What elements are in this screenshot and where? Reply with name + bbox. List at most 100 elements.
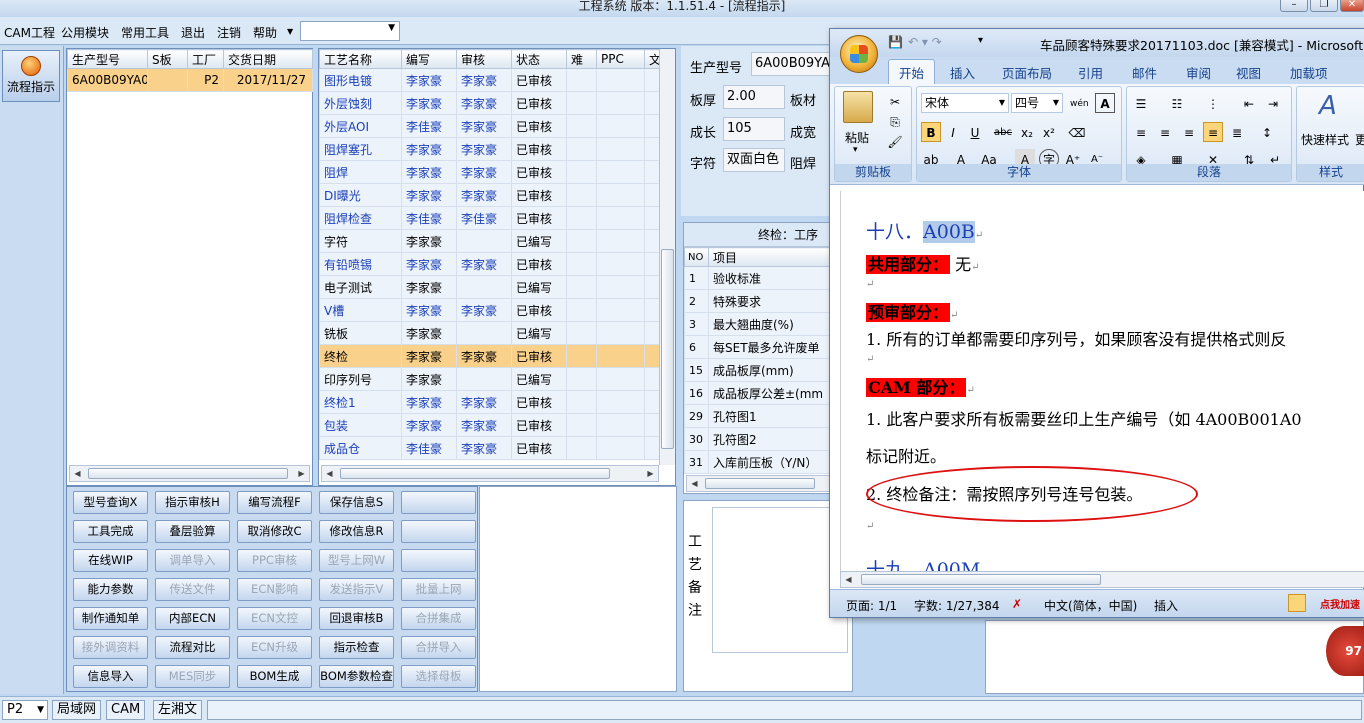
final-check-row[interactable]: 31 入库前压板（Y/N） xyxy=(684,450,833,474)
process-row[interactable]: 字符 李家豪 已编写 xyxy=(319,229,660,253)
justify-icon[interactable]: ≡ xyxy=(1203,122,1223,142)
change-styles-label[interactable]: 更 xyxy=(1355,131,1364,148)
minimize-button[interactable]: – xyxy=(1280,0,1308,12)
process-row[interactable]: 外层AOI 李佳豪 李家豪 已审核 xyxy=(319,114,660,138)
function-button[interactable]: 接外调资料 xyxy=(73,636,148,659)
function-button[interactable] xyxy=(401,520,476,543)
italic-icon[interactable]: I xyxy=(943,122,963,142)
order-row[interactable]: 6A00B09YA0 P2 2017/11/27 xyxy=(67,68,313,92)
thickness-field[interactable]: 2.00 xyxy=(723,85,785,109)
flow-indicator-button[interactable]: 流程指示 xyxy=(2,50,60,102)
quick-styles-icon[interactable]: A xyxy=(1319,91,1337,121)
final-check-row[interactable]: 6 每SET最多允许废单 xyxy=(684,335,833,359)
process-row[interactable]: 终检 李家豪 李家豪 已审核 xyxy=(319,344,660,368)
scroll-right-icon[interactable]: ▶ xyxy=(294,466,309,481)
function-button[interactable]: 选择母板 xyxy=(401,665,476,688)
quick-styles-label[interactable]: 快速样式 xyxy=(1301,131,1349,148)
process-hscroll[interactable]: ◀ ▶ xyxy=(321,465,659,482)
function-button[interactable]: 工具完成 xyxy=(73,520,148,543)
function-button[interactable]: 型号上网W xyxy=(319,549,394,572)
scroll-right-icon[interactable]: ▶ xyxy=(643,466,658,481)
process-row[interactable]: 包装 李家豪 李家豪 已审核 xyxy=(319,413,660,437)
scroll-left-icon[interactable]: ◀ xyxy=(322,466,337,481)
col-s-board[interactable]: S板 xyxy=(147,49,188,69)
quick-access-arrow-icon[interactable]: ▾ xyxy=(978,35,983,46)
phonetic-guide-icon[interactable]: wén xyxy=(1069,93,1089,113)
format-painter-icon[interactable]: 🖌 xyxy=(885,131,905,151)
col-doc[interactable]: 文 xyxy=(644,49,660,69)
char-border-icon[interactable]: A xyxy=(1095,93,1115,113)
col-difficulty[interactable]: 难 xyxy=(566,49,597,69)
col-ppc[interactable]: PPC xyxy=(596,49,645,69)
proofing-icon[interactable]: ✗ xyxy=(1012,597,1022,611)
ribbon-tab[interactable]: 审阅 xyxy=(1186,63,1211,82)
process-vscroll[interactable] xyxy=(659,49,675,465)
final-check-row[interactable]: 29 孔符图1 xyxy=(684,404,833,428)
function-button[interactable]: BOM生成 xyxy=(237,665,312,688)
cut-icon[interactable]: ✂ xyxy=(885,91,905,111)
function-button[interactable] xyxy=(401,491,476,514)
function-button[interactable] xyxy=(401,549,476,572)
function-button[interactable]: 指示检查 xyxy=(319,636,394,659)
factory-select[interactable]: P2 ▼ xyxy=(2,700,48,720)
function-button[interactable]: 型号查询X xyxy=(73,491,148,514)
menu-tools[interactable]: 常用工具 xyxy=(121,24,169,41)
col-item[interactable]: 项目 xyxy=(708,247,833,267)
numbering-icon[interactable]: ☷ xyxy=(1167,93,1187,113)
help-arrow-icon[interactable]: ▼ xyxy=(287,27,293,36)
word-count[interactable]: 字数: 1/27,384 xyxy=(914,597,1000,614)
col-status[interactable]: 状态 xyxy=(511,49,567,69)
function-button[interactable]: 合拼集成 xyxy=(401,607,476,630)
office-button[interactable] xyxy=(840,35,878,73)
paste-arrow-icon[interactable]: ▾ xyxy=(853,145,858,155)
function-button[interactable]: 能力参数 xyxy=(73,578,148,601)
final-check-row[interactable]: 3 最大翘曲度(%) xyxy=(684,312,833,336)
scroll-left-icon[interactable]: ◀ xyxy=(687,476,702,491)
scroll-left-icon[interactable]: ◀ xyxy=(841,572,856,587)
ribbon-tab[interactable]: 开始 xyxy=(888,59,936,84)
process-row[interactable]: 终检1 李家豪 李家豪 已审核 xyxy=(319,390,660,414)
process-row[interactable]: 阻焊 李家豪 李家豪 已审核 xyxy=(319,160,660,184)
insert-mode[interactable]: 插入 xyxy=(1154,597,1178,614)
col-factory[interactable]: 工厂 xyxy=(187,49,224,69)
strikethrough-icon[interactable]: abc xyxy=(993,122,1013,142)
underline-icon[interactable]: U xyxy=(965,122,985,142)
process-row[interactable]: 阻焊塞孔 李家豪 李家豪 已审核 xyxy=(319,137,660,161)
function-button[interactable]: 保存信息S xyxy=(319,491,394,514)
page-count[interactable]: 页面: 1/1 xyxy=(846,597,897,614)
menu-public-module[interactable]: 公用模块 xyxy=(61,24,109,41)
copy-icon[interactable]: ⎘ xyxy=(885,111,905,131)
decrease-indent-icon[interactable]: ⇤ xyxy=(1239,93,1259,113)
menu-cam[interactable]: CAM工程 xyxy=(4,24,55,41)
language-status[interactable]: 中文(简体，中国) xyxy=(1044,597,1137,614)
line-spacing-icon[interactable]: ↕ xyxy=(1257,122,1277,142)
function-button[interactable]: 编写流程F xyxy=(237,491,312,514)
col-reviewer[interactable]: 审核 xyxy=(456,49,512,69)
final-check-row[interactable]: 30 孔符图2 xyxy=(684,427,833,451)
bullets-icon[interactable]: ☰ xyxy=(1131,93,1151,113)
bold-icon[interactable]: B xyxy=(921,122,941,142)
align-left-icon[interactable]: ≡ xyxy=(1131,122,1151,142)
col-model[interactable]: 生产型号 xyxy=(67,49,148,69)
distributed-icon[interactable]: ≣ xyxy=(1227,122,1247,142)
function-button[interactable]: 调单导入 xyxy=(155,549,230,572)
ribbon-tab[interactable]: 插入 xyxy=(950,63,975,82)
menu-combo[interactable]: ▼ xyxy=(300,21,400,41)
ribbon-tab[interactable]: 邮件 xyxy=(1132,63,1157,82)
accelerator-badge[interactable]: 97 xyxy=(1326,626,1364,676)
function-button[interactable]: ECN升级 xyxy=(237,636,312,659)
function-button[interactable]: PPC审核 xyxy=(237,549,312,572)
function-button[interactable]: 取消修改C xyxy=(237,520,312,543)
font-name-select[interactable]: 宋体 ▼ xyxy=(921,93,1009,113)
increase-indent-icon[interactable]: ⇥ xyxy=(1263,93,1283,113)
menu-logout[interactable]: 注销 xyxy=(217,24,241,41)
final-check-row[interactable]: 2 特殊要求 xyxy=(684,289,833,313)
doc-hscroll[interactable]: ◀ xyxy=(840,571,1364,588)
process-row[interactable]: 成品仓 李佳豪 李家豪 已审核 xyxy=(319,436,660,460)
paste-label[interactable]: 粘贴 xyxy=(845,129,869,146)
print-layout-icon[interactable] xyxy=(1288,594,1306,612)
superscript-icon[interactable]: x² xyxy=(1039,122,1059,142)
vscroll-thumb[interactable] xyxy=(661,249,674,449)
final-check-row[interactable]: 15 成品板厚(mm) xyxy=(684,358,833,382)
accelerator-widget[interactable]: 点我加速 97 xyxy=(1318,596,1364,692)
